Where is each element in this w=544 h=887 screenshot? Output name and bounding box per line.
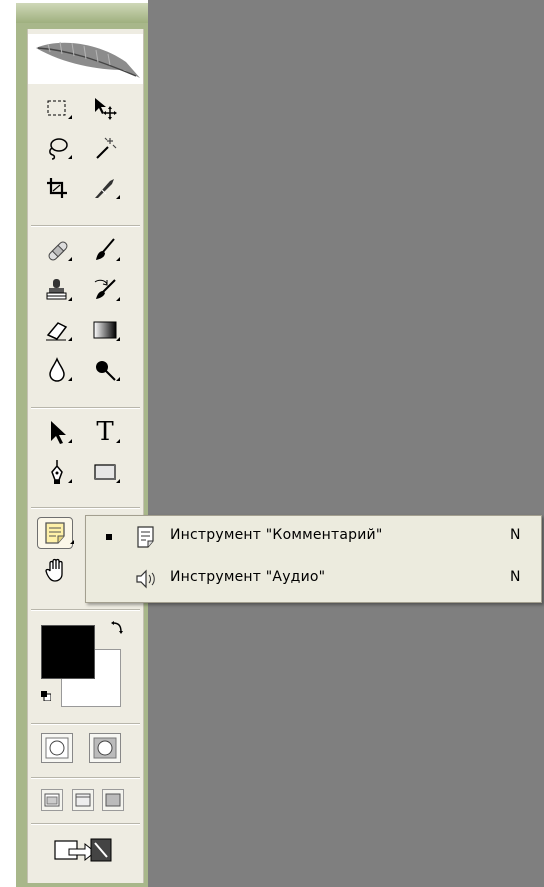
- foreground-color-swatch[interactable]: [41, 625, 95, 679]
- menu-item-label: Инструмент "Аудио": [170, 569, 326, 585]
- jump-to-imageready-icon[interactable]: [48, 835, 118, 865]
- separator: [31, 609, 140, 611]
- standard-mode-button[interactable]: [41, 733, 73, 763]
- type-tool-glyph: T: [96, 417, 114, 447]
- quick-mask-button[interactable]: [89, 733, 121, 763]
- panel-title-bar[interactable]: [16, 3, 148, 23]
- menu-item-notes-tool[interactable]: Инструмент "Комментарий" N: [86, 518, 541, 552]
- separator: [31, 777, 140, 779]
- lasso-tool-icon[interactable]: [38, 133, 76, 163]
- menu-item-shortcut: N: [510, 569, 521, 585]
- menu-item-shortcut: N: [510, 527, 521, 543]
- pen-tool-icon[interactable]: [38, 457, 76, 487]
- move-tool-icon[interactable]: [86, 93, 124, 123]
- document-canvas[interactable]: [148, 0, 544, 887]
- menu-item-label: Инструмент "Комментарий": [170, 527, 383, 543]
- hand-tool-icon[interactable]: [38, 555, 76, 585]
- standard-screen-mode-button[interactable]: [41, 789, 63, 811]
- selected-bullet-icon: [106, 534, 112, 540]
- blur-tool-icon[interactable]: [38, 355, 76, 385]
- type-tool-icon[interactable]: T: [86, 417, 124, 447]
- separator: [31, 225, 140, 227]
- swap-colors-icon[interactable]: [110, 621, 124, 637]
- full-screen-menu-mode-button[interactable]: [72, 789, 94, 811]
- notes-tool-icon[interactable]: [37, 517, 74, 549]
- dodge-tool-icon[interactable]: [86, 355, 124, 385]
- separator: [31, 507, 140, 509]
- marquee-tool-icon[interactable]: [38, 93, 76, 123]
- history-brush-icon[interactable]: [86, 275, 124, 305]
- full-screen-mode-button[interactable]: [102, 789, 124, 811]
- notes-tool-flyout-menu: Инструмент "Комментарий" N Инструмент "А…: [85, 515, 542, 603]
- brush-tool-icon[interactable]: [86, 235, 124, 265]
- slice-tool-icon[interactable]: [86, 173, 124, 203]
- separator: [31, 723, 140, 725]
- note-icon: [137, 526, 154, 548]
- magic-wand-icon[interactable]: [86, 133, 124, 163]
- separator: [31, 407, 140, 409]
- menu-item-audio-tool[interactable]: Инструмент "Аудио" N: [86, 560, 541, 594]
- crop-tool-icon[interactable]: [38, 173, 76, 203]
- feather-logo[interactable]: [28, 34, 143, 84]
- separator: [31, 823, 140, 825]
- audio-icon: [136, 569, 155, 589]
- path-selection-icon[interactable]: [38, 417, 76, 447]
- eraser-tool-icon[interactable]: [38, 315, 76, 345]
- healing-brush-icon[interactable]: [38, 235, 76, 265]
- tools-panel-body: T: [27, 29, 144, 883]
- clone-stamp-icon[interactable]: [38, 275, 76, 305]
- gradient-tool-icon[interactable]: [86, 315, 124, 345]
- shape-tool-icon[interactable]: [86, 457, 124, 487]
- default-colors-icon[interactable]: [41, 691, 51, 701]
- tools-panel: T: [16, 3, 148, 887]
